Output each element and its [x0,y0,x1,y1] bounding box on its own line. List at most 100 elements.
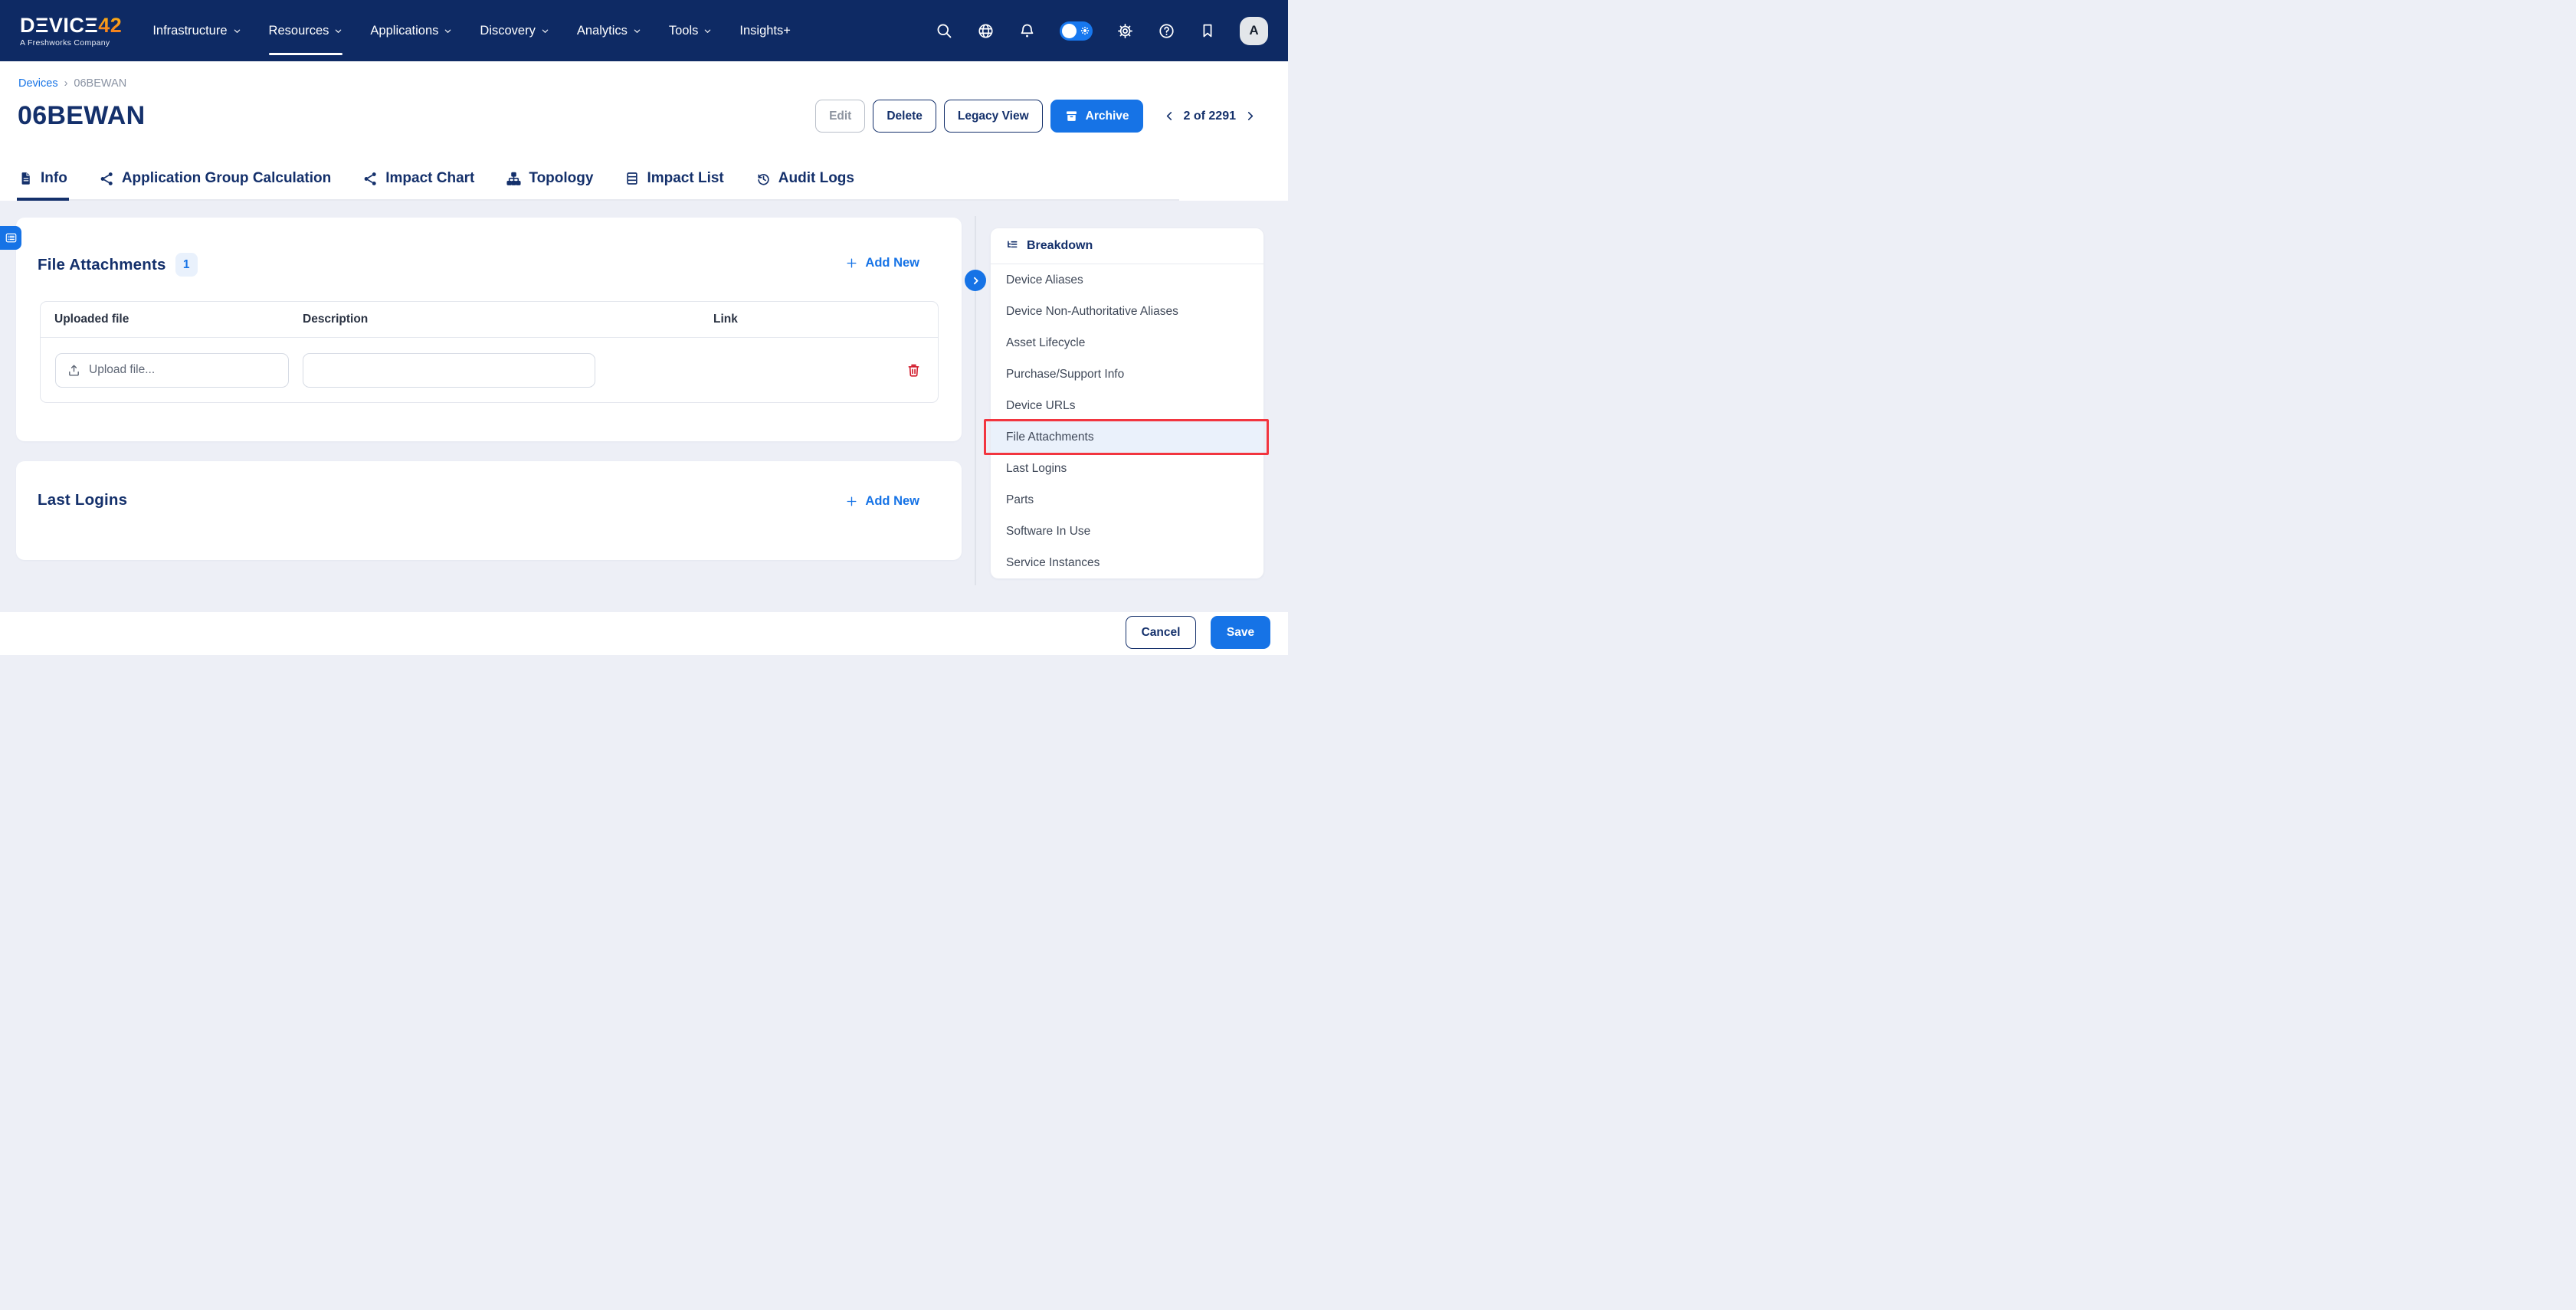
tab-label: Audit Logs [778,170,854,186]
tab-impact-list[interactable]: Impact List [623,170,725,201]
tab-label: Impact Chart [385,170,475,186]
last-logins-section: Last Logins Add New [16,461,962,560]
add-new-label: Add New [865,256,919,270]
chevron-down-icon [336,29,342,33]
tab-info[interactable]: Info [17,170,69,201]
tab-label: Impact List [647,170,724,186]
table-row: Upload file... [41,338,938,402]
history-icon [758,173,769,185]
delete-row-icon[interactable] [906,362,922,378]
table-icon [627,172,638,185]
tab-audit-logs[interactable]: Audit Logs [754,170,856,201]
nav-menu-tools[interactable]: Tools [669,19,713,43]
breakdown-title: Breakdown [1027,239,1093,252]
page-title: 06BEWAN [18,101,146,130]
share-nodes-icon [100,172,113,185]
last-logins-add-new-button[interactable]: Add New [845,494,919,509]
tab-application-group-calculation[interactable]: Application Group Calculation [97,170,333,201]
section-title: File Attachments [38,255,166,273]
nav-menu-infrastructure[interactable]: Infrastructure [152,19,241,43]
plus-icon [847,258,857,268]
action-buttons: Edit Delete Legacy View Archive 2 of 229… [815,100,1257,133]
save-button[interactable]: Save [1211,616,1270,649]
chevron-down-icon [705,29,711,33]
sidebar-item-file-attachments[interactable]: File Attachments [984,419,1269,455]
sidebar-item-device-urls[interactable]: Device URLs [991,390,1263,421]
column-header-link: Link [713,313,738,326]
file-attachments-add-new-button[interactable]: Add New [845,256,919,270]
chevron-right-icon [973,277,978,284]
main-menu: Infrastructure Resources Applications Di… [152,19,791,55]
sidebar-item-purchase-support-info[interactable]: Purchase/Support Info [991,359,1263,390]
archive-button[interactable]: Archive [1050,100,1143,133]
logo-tagline: A Freshworks Company [20,38,110,47]
page-header: Devices › 06BEWAN 06BEWAN Edit Delete Le… [0,61,1288,201]
pager-prev-icon[interactable] [1163,110,1176,123]
column-header-description: Description [303,313,369,326]
sidebar-collapse-button[interactable] [965,270,986,291]
column-header-uploaded-file: Uploaded file [54,313,129,326]
edit-button[interactable]: Edit [815,100,866,133]
content-area: File Attachments 1 Add New Uploaded file… [0,201,1288,612]
tab-topology[interactable]: Topology [504,170,595,201]
menu-label: Analytics [576,23,628,38]
theme-toggle[interactable] [1060,21,1093,41]
breakdown-sidebar: Breakdown Device Aliases Device Non-Auth… [984,228,1269,579]
toggle-knob [1062,23,1077,38]
menu-label: Applications [370,23,439,38]
tab-bar: Info Application Group Calculation Impac… [17,170,1179,201]
gear-icon[interactable] [1116,22,1134,40]
pager-next-icon[interactable] [1244,110,1257,123]
nav-menu-resources[interactable]: Resources [268,19,343,55]
breadcrumb-devices-link[interactable]: Devices [18,77,58,90]
nav-right-icons: A [936,16,1268,45]
bell-icon[interactable] [1018,22,1036,40]
tab-impact-chart[interactable]: Impact Chart [361,170,476,201]
globe-icon[interactable] [977,22,995,40]
plus-icon [847,496,857,506]
add-new-label: Add New [865,494,919,508]
menu-label: Infrastructure [152,23,228,38]
sidebar-item-service-instances[interactable]: Service Instances [991,547,1263,578]
nav-menu-applications[interactable]: Applications [370,19,452,43]
search-icon[interactable] [936,22,953,40]
upload-file-button[interactable]: Upload file... [55,352,289,388]
description-input[interactable] [303,352,595,388]
sidebar-item-asset-lifecycle[interactable]: Asset Lifecycle [991,327,1263,359]
device42-logo[interactable]: DΞVICΞ42 A Freshworks Company [20,15,122,47]
chevron-down-icon [234,29,240,33]
sidebar-item-device-aliases[interactable]: Device Aliases [991,264,1263,296]
delete-button[interactable]: Delete [873,100,936,133]
legacy-view-button[interactable]: Legacy View [943,100,1043,133]
archive-icon [1066,111,1077,121]
sidebar-item-device-non-authoritative-aliases[interactable]: Device Non-Authoritative Aliases [991,296,1263,327]
tab-label: Info [41,170,67,186]
count-badge: 1 [175,253,198,277]
top-nav: DΞVICΞ42 A Freshworks Company Infrastruc… [0,0,1288,61]
upload-icon [69,364,79,376]
logo-wordmark: DΞVICΞ42 [20,13,123,37]
breakdown-header: Breakdown [991,228,1263,264]
menu-label: Tools [668,23,699,38]
last-logins-header: Last Logins [38,491,127,509]
menu-label: Resources [268,23,329,38]
help-icon[interactable] [1158,22,1175,40]
nav-menu-discovery[interactable]: Discovery [480,19,549,43]
breadcrumb: Devices › 06BEWAN [18,77,126,90]
sidebar-item-last-logins[interactable]: Last Logins [991,453,1263,484]
record-pager: 2 of 2291 [1163,110,1257,123]
nav-menu-insights-plus[interactable]: Insights+ [739,19,791,43]
avatar[interactable]: A [1240,16,1268,45]
bookmark-icon[interactable] [1199,22,1216,39]
cancel-button[interactable]: Cancel [1126,616,1196,649]
section-nav-flyout-tab[interactable] [0,226,21,250]
chevron-down-icon [542,29,549,33]
sitemap-icon [506,172,521,185]
file-attachments-table: Uploaded file Description Link Upload fi… [40,301,939,403]
nav-menu-analytics[interactable]: Analytics [577,19,641,43]
sidebar-item-software-in-use[interactable]: Software In Use [991,516,1263,547]
archive-label: Archive [1085,109,1129,123]
section-title: Last Logins [38,491,128,509]
sidebar-item-parts[interactable]: Parts [991,484,1263,516]
file-attachments-header: File Attachments 1 [38,253,198,277]
